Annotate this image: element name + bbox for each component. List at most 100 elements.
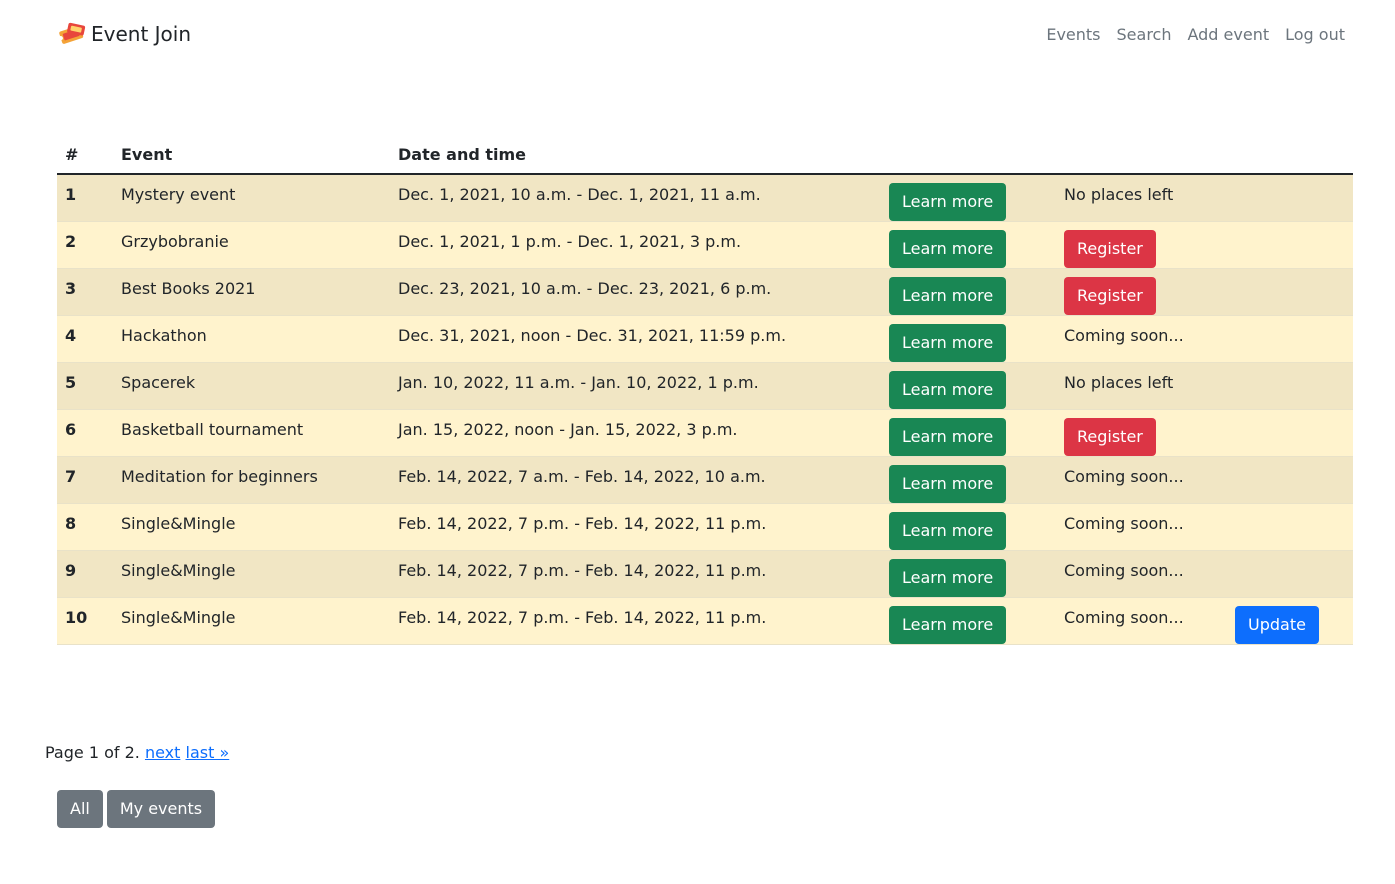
event-date: Feb. 14, 2022, 7 p.m. - Feb. 14, 2022, 1… <box>390 597 881 645</box>
extra-cell <box>1227 409 1353 457</box>
extra-cell <box>1227 503 1353 551</box>
event-name: Spacerek <box>113 362 390 410</box>
extra-cell <box>1227 362 1353 410</box>
nav-search[interactable]: Search <box>1117 25 1172 44</box>
learn-more-button[interactable]: Learn more <box>889 183 1007 221</box>
header-status <box>1056 135 1227 175</box>
status-text: No places left <box>1064 373 1174 392</box>
event-date: Dec. 1, 2021, 1 p.m. - Dec. 1, 2021, 3 p… <box>390 221 881 269</box>
extra-cell <box>1227 550 1353 598</box>
event-date: Feb. 14, 2022, 7 a.m. - Feb. 14, 2022, 1… <box>390 456 881 504</box>
event-number: 9 <box>57 550 113 598</box>
status-text: Coming soon... <box>1064 608 1184 627</box>
status-cell: Register <box>1056 409 1227 457</box>
next-page-link[interactable]: next <box>145 743 180 762</box>
event-number: 7 <box>57 456 113 504</box>
status-cell: Register <box>1056 221 1227 269</box>
event-date: Dec. 23, 2021, 10 a.m. - Dec. 23, 2021, … <box>390 268 881 316</box>
learn-more-button[interactable]: Learn more <box>889 230 1007 268</box>
event-number: 8 <box>57 503 113 551</box>
event-date: Dec. 1, 2021, 10 a.m. - Dec. 1, 2021, 11… <box>390 174 881 222</box>
status-text: Coming soon... <box>1064 326 1184 345</box>
event-name: Best Books 2021 <box>113 268 390 316</box>
status-cell: Coming soon... <box>1056 456 1227 504</box>
event-name: Hackathon <box>113 315 390 363</box>
update-button[interactable]: Update <box>1235 606 1319 644</box>
events-table: # Event Date and time 1 Mystery event Dec.… <box>57 135 1353 645</box>
table-row: 1 Mystery event Dec. 1, 2021, 10 a.m. - De… <box>57 174 1353 222</box>
table-row: 2 Grzybobranie Dec. 1, 2021, 1 p.m. - Dec.… <box>57 221 1353 269</box>
event-name: Meditation for beginners <box>113 456 390 504</box>
learn-cell: Learn more <box>881 174 1056 222</box>
table-row: 8 Single&Mingle Feb. 14, 2022, 7 p.m. - Fe… <box>57 503 1353 551</box>
learn-more-button[interactable]: Learn more <box>889 371 1007 409</box>
last-page-link[interactable]: last » <box>186 743 230 762</box>
status-cell: Coming soon... <box>1056 550 1227 598</box>
status-text: No places left <box>1064 185 1174 204</box>
extra-cell: Update <box>1227 597 1353 645</box>
register-button[interactable]: Register <box>1064 418 1156 456</box>
learn-cell: Learn more <box>881 315 1056 363</box>
event-name: Mystery event <box>113 174 390 222</box>
table-header-row: # Event Date and time <box>57 135 1353 175</box>
learn-more-button[interactable]: Learn more <box>889 277 1007 315</box>
table-row: 7 Meditation for beginners Feb. 14, 2022, … <box>57 456 1353 504</box>
table-row: 10 Single&Mingle Feb. 14, 2022, 7 p.m. - F… <box>57 597 1353 645</box>
learn-more-button[interactable]: Learn more <box>889 418 1007 456</box>
status-cell: No places left <box>1056 174 1227 222</box>
events-body: 1 Mystery event Dec. 1, 2021, 10 a.m. - De… <box>57 174 1353 645</box>
event-number: 6 <box>57 409 113 457</box>
register-button[interactable]: Register <box>1064 230 1156 268</box>
nav-links: Events Search Add event Log out <box>1046 25 1345 44</box>
filter-my-events-button[interactable]: My events <box>106 790 216 828</box>
learn-cell: Learn more <box>881 550 1056 598</box>
learn-more-button[interactable]: Learn more <box>889 324 1007 362</box>
extra-cell <box>1227 221 1353 269</box>
event-number: 1 <box>57 174 113 222</box>
register-button[interactable]: Register <box>1064 277 1156 315</box>
learn-more-button[interactable]: Learn more <box>889 465 1007 503</box>
table-row: 5 Spacerek Jan. 10, 2022, 11 a.m. - Jan. 1… <box>57 362 1353 410</box>
nav-log-out[interactable]: Log out <box>1285 25 1345 44</box>
brand-link[interactable]: Event Join <box>57 20 191 48</box>
table-row: 3 Best Books 2021 Dec. 23, 2021, 10 a.m. -… <box>57 268 1353 316</box>
status-cell: Coming soon... <box>1056 597 1227 645</box>
learn-more-button[interactable]: Learn more <box>889 606 1007 644</box>
status-cell: Register <box>1056 268 1227 316</box>
learn-more-button[interactable]: Learn more <box>889 559 1007 597</box>
brand-name: Event Join <box>91 22 192 46</box>
filter-all-button[interactable]: All <box>57 790 103 828</box>
header-extra <box>1227 135 1353 175</box>
status-cell: No places left <box>1056 362 1227 410</box>
event-name: Basketball tournament <box>113 409 390 457</box>
event-name: Single&Mingle <box>113 597 390 645</box>
table-row: 4 Hackathon Dec. 31, 2021, noon - Dec. 31,… <box>57 315 1353 363</box>
status-text: Coming soon... <box>1064 561 1184 580</box>
learn-cell: Learn more <box>881 362 1056 410</box>
event-number: 4 <box>57 315 113 363</box>
event-number: 5 <box>57 362 113 410</box>
table-row: 9 Single&Mingle Feb. 14, 2022, 7 p.m. - Fe… <box>57 550 1353 598</box>
learn-cell: Learn more <box>881 268 1056 316</box>
learn-cell: Learn more <box>881 597 1056 645</box>
pagination: Page 1 of 2. next last » <box>45 743 229 762</box>
header-learn <box>881 135 1056 175</box>
tickets-icon <box>58 22 86 44</box>
navbar: Event Join Events Search Add event Log o… <box>0 0 1395 70</box>
event-number: 10 <box>57 597 113 645</box>
page-info: Page 1 of 2. <box>45 743 140 762</box>
learn-more-button[interactable]: Learn more <box>889 512 1007 550</box>
event-date: Jan. 15, 2022, noon - Jan. 15, 2022, 3 p… <box>390 409 881 457</box>
event-name: Single&Mingle <box>113 503 390 551</box>
event-number: 2 <box>57 221 113 269</box>
filter-buttons: All My events <box>57 790 216 828</box>
status-cell: Coming soon... <box>1056 315 1227 363</box>
event-name: Grzybobranie <box>113 221 390 269</box>
nav-events[interactable]: Events <box>1046 25 1100 44</box>
event-name: Single&Mingle <box>113 550 390 598</box>
event-date: Feb. 14, 2022, 7 p.m. - Feb. 14, 2022, 1… <box>390 503 881 551</box>
learn-cell: Learn more <box>881 221 1056 269</box>
event-date: Jan. 10, 2022, 11 a.m. - Jan. 10, 2022, … <box>390 362 881 410</box>
nav-add-event[interactable]: Add event <box>1187 25 1269 44</box>
event-date: Feb. 14, 2022, 7 p.m. - Feb. 14, 2022, 1… <box>390 550 881 598</box>
